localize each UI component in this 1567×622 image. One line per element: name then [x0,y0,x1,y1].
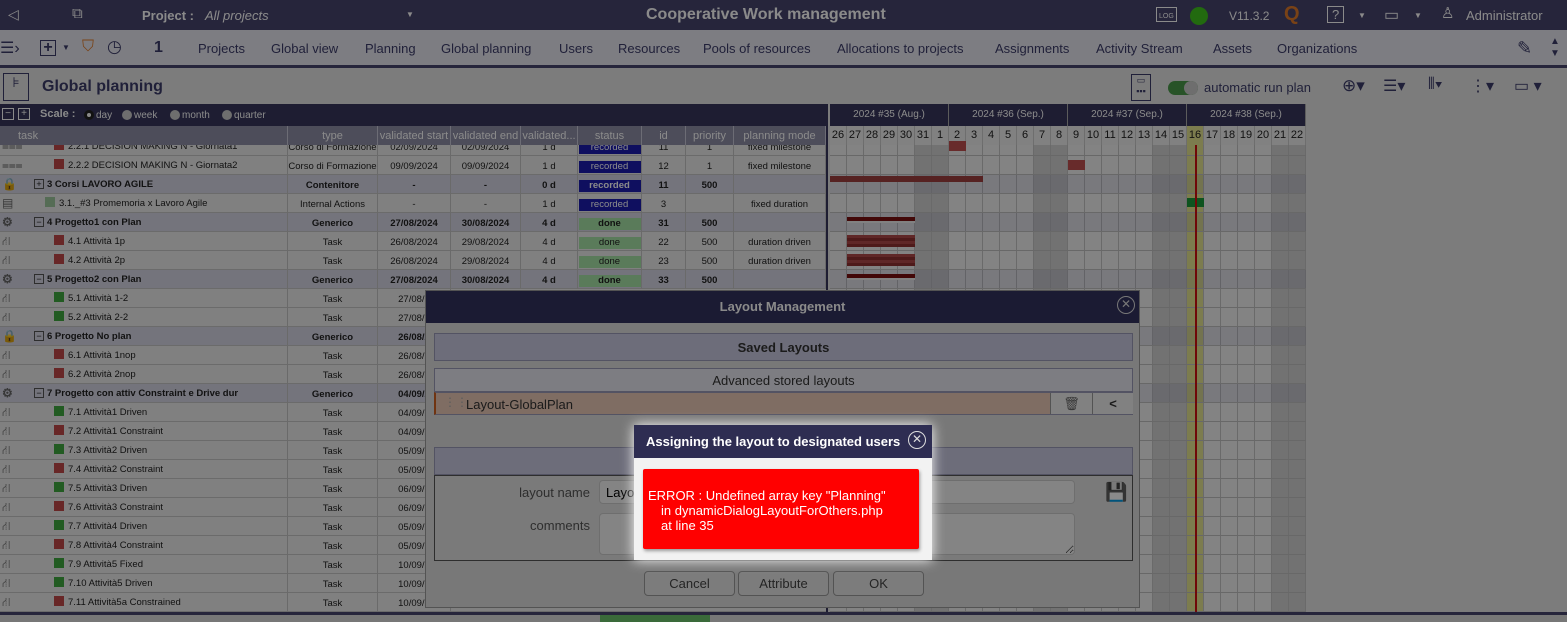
close-icon[interactable]: ✕ [908,431,926,449]
error-message: ERROR : Undefined array key "Planning" i… [643,469,919,549]
error-dialog-title: Assigning the layout to designated users [634,425,932,458]
error-line: ERROR : Undefined array key "Planning" [648,488,886,503]
error-line: in dynamicDialogLayoutForOthers.php [661,503,883,518]
error-dialog: Assigning the layout to designated users… [634,425,932,560]
error-line: at line 35 [661,518,714,533]
